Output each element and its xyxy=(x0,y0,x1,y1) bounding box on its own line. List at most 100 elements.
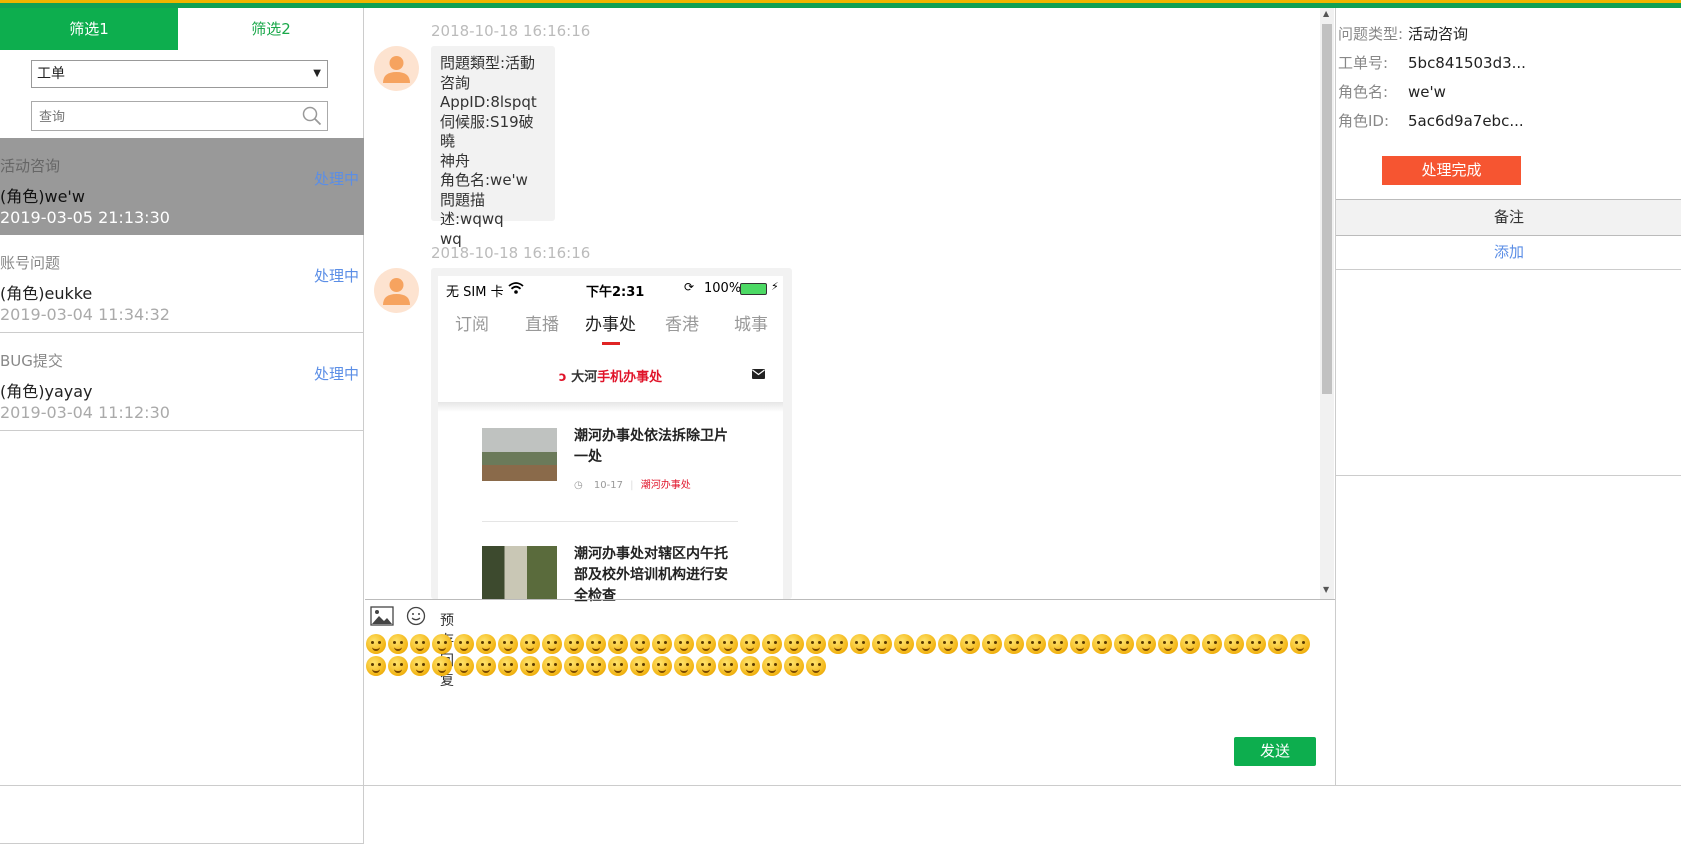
ticket-type-select[interactable]: 工单 ▼ xyxy=(31,60,328,88)
emoji-icon[interactable] xyxy=(366,634,386,654)
emoji-icon[interactable] xyxy=(388,634,408,654)
emoji-icon[interactable] xyxy=(1290,634,1310,654)
ticket-status: 处理中 xyxy=(313,267,359,285)
emoji-icon[interactable] xyxy=(762,656,782,676)
emoji-icon[interactable] xyxy=(652,634,672,654)
charging-icon: ⚡ xyxy=(771,280,779,293)
emoji-icon[interactable] xyxy=(718,656,738,676)
emoji-icon[interactable] xyxy=(674,656,694,676)
emoji-icon[interactable] xyxy=(498,634,518,654)
emoji-icon[interactable] xyxy=(586,656,606,676)
emoji-icon[interactable] xyxy=(806,634,826,654)
news-thumbnail xyxy=(482,546,557,599)
search-icon[interactable] xyxy=(302,106,322,126)
chat-scrollbar-thumb[interactable] xyxy=(1322,24,1332,394)
message-timestamp: 2018-10-18 16:16:16 xyxy=(431,244,591,262)
emoji-icon[interactable] xyxy=(960,634,980,654)
emoji-icon[interactable] xyxy=(872,634,892,654)
ticket-item[interactable]: 账号问题 (角色)eukke 2019-03-04 11:34:32 处理中 xyxy=(0,235,364,333)
emoji-icon[interactable] xyxy=(740,656,760,676)
emoji-icon[interactable] xyxy=(586,634,606,654)
emoji-icon[interactable] xyxy=(520,634,540,654)
tab-filter-1[interactable]: 筛选1 xyxy=(0,8,178,50)
emoji-icon[interactable] xyxy=(630,634,650,654)
emoji-icon[interactable] xyxy=(806,656,826,676)
emoji-icon[interactable] xyxy=(718,634,738,654)
emoji-icon[interactable] xyxy=(1180,634,1200,654)
emoji-picker-icon[interactable] xyxy=(406,606,426,626)
news-thumbnail xyxy=(482,428,557,481)
emoji-icon[interactable] xyxy=(696,656,716,676)
emoji-icon[interactable] xyxy=(630,656,650,676)
ticket-date: 2019-03-04 11:34:32 xyxy=(0,305,170,324)
emoji-icon[interactable] xyxy=(1048,634,1068,654)
emoji-icon[interactable] xyxy=(982,634,1002,654)
emoji-icon[interactable] xyxy=(410,656,430,676)
emoji-icon[interactable] xyxy=(784,656,804,676)
emoji-icon[interactable] xyxy=(1092,634,1112,654)
emoji-icon[interactable] xyxy=(564,634,584,654)
ticket-status: 处理中 xyxy=(313,170,359,188)
brand-logo-icon: ↄ xyxy=(558,370,567,385)
emoji-icon[interactable] xyxy=(784,634,804,654)
emoji-icon[interactable] xyxy=(1224,634,1244,654)
emoji-icon[interactable] xyxy=(652,656,672,676)
emoji-icon[interactable] xyxy=(1158,634,1178,654)
emoji-icon[interactable] xyxy=(740,634,760,654)
emoji-icon[interactable] xyxy=(1136,634,1156,654)
brand-name: 大河 xyxy=(571,370,598,385)
emoji-icon[interactable] xyxy=(1026,634,1046,654)
emoji-icon[interactable] xyxy=(454,634,474,654)
scroll-down-arrow-icon[interactable]: ▼ xyxy=(1323,585,1329,594)
emoji-icon[interactable] xyxy=(1114,634,1134,654)
emoji-icon[interactable] xyxy=(410,634,430,654)
emoji-icon[interactable] xyxy=(762,634,782,654)
emoji-icon[interactable] xyxy=(1202,634,1222,654)
emoji-icon[interactable] xyxy=(1268,634,1288,654)
emoji-icon[interactable] xyxy=(696,634,716,654)
emoji-icon[interactable] xyxy=(432,634,452,654)
news-divider xyxy=(482,521,738,522)
emoji-icon[interactable] xyxy=(1246,634,1266,654)
scroll-up-arrow-icon[interactable]: ▲ xyxy=(1323,9,1329,18)
tab-filter-2[interactable]: 筛选2 xyxy=(178,8,364,50)
emoji-icon[interactable] xyxy=(564,656,584,676)
user-avatar xyxy=(374,268,419,313)
ticket-date: 2019-03-05 21:13:30 xyxy=(0,208,170,227)
info-key: 角色名: xyxy=(1338,83,1389,101)
emoji-icon[interactable] xyxy=(608,634,628,654)
image-upload-icon[interactable] xyxy=(370,606,394,626)
emoji-icon[interactable] xyxy=(1070,634,1090,654)
ticket-date: 2019-03-04 11:12:30 xyxy=(0,403,170,422)
add-note-link[interactable]: 添加 xyxy=(1336,236,1681,270)
emoji-icon[interactable] xyxy=(828,634,848,654)
emoji-icon[interactable] xyxy=(476,656,496,676)
ticket-role: (角色)eukke xyxy=(0,284,93,303)
emoji-icon[interactable] xyxy=(476,634,496,654)
emoji-icon[interactable] xyxy=(454,656,474,676)
emoji-icon[interactable] xyxy=(938,634,958,654)
emoji-icon[interactable] xyxy=(366,656,386,676)
mark-done-button[interactable]: 处理完成 xyxy=(1382,156,1521,185)
ticket-item[interactable]: BUG提交 (角色)yayay 2019-03-04 11:12:30 处理中 xyxy=(0,333,364,431)
send-button[interactable]: 发送 xyxy=(1234,737,1316,766)
ticket-item[interactable]: 活动咨询 (角色)we'w 2019-03-05 21:13:30 处理中 xyxy=(0,138,364,235)
emoji-icon[interactable] xyxy=(674,634,694,654)
emoji-icon[interactable] xyxy=(432,656,452,676)
emoji-icon[interactable] xyxy=(916,634,936,654)
select-value: 工单 xyxy=(37,66,65,82)
emoji-icon[interactable] xyxy=(520,656,540,676)
search-input[interactable] xyxy=(37,102,291,130)
emoji-icon[interactable] xyxy=(498,656,518,676)
info-row-ticket-id: 工单号: 5bc841503d3... xyxy=(1338,52,1526,73)
ticket-list: 活动咨询 (角色)we'w 2019-03-05 21:13:30 处理中 账号… xyxy=(0,138,364,431)
emoji-icon[interactable] xyxy=(1004,634,1024,654)
emoji-icon[interactable] xyxy=(388,656,408,676)
emoji-icon[interactable] xyxy=(542,656,562,676)
emoji-icon[interactable] xyxy=(542,634,562,654)
emoji-icon[interactable] xyxy=(608,656,628,676)
emoji-icon[interactable] xyxy=(894,634,914,654)
emoji-icon[interactable] xyxy=(850,634,870,654)
ticket-sidebar: 筛选1 筛选2 工单 ▼ 活动咨询 (角色)we'w 2019-03-05 21… xyxy=(0,8,364,844)
info-value: 5ac6d9a7ebc... xyxy=(1408,112,1524,130)
